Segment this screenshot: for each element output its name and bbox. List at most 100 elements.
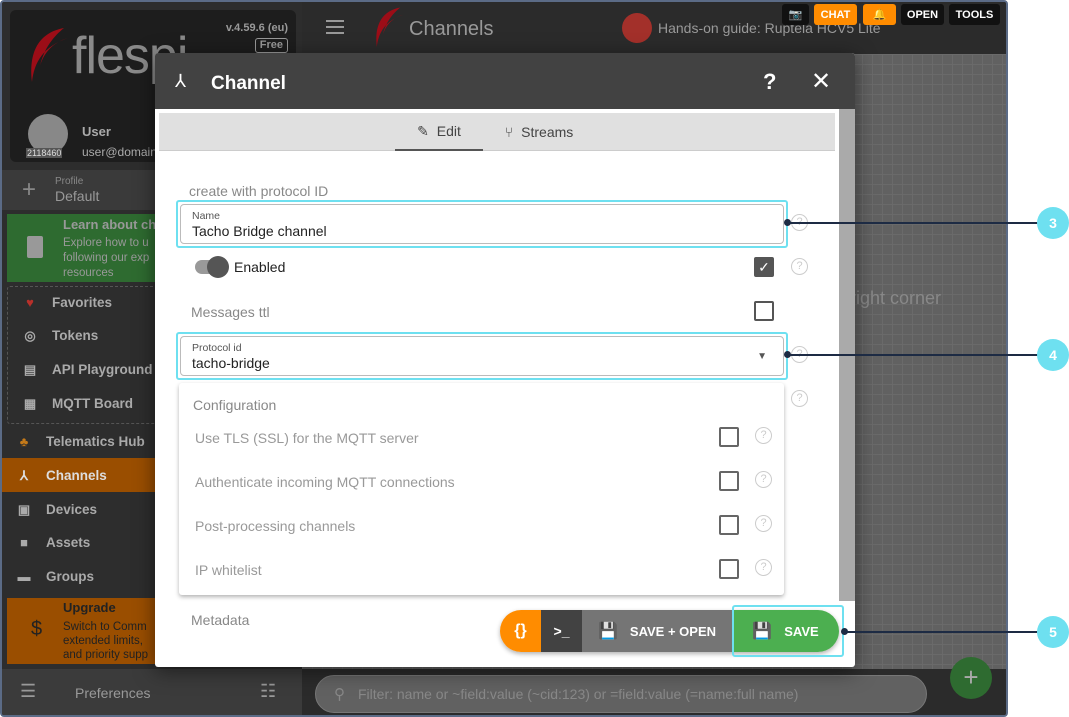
nav-label: Assets xyxy=(46,534,91,550)
tab-label: Edit xyxy=(436,123,461,139)
streams-icon: ⑂ xyxy=(504,124,514,140)
dialog-title: Channel xyxy=(211,73,286,94)
info-book-icon xyxy=(27,236,43,258)
megaphone-icon xyxy=(622,13,652,43)
callout-line xyxy=(787,354,1039,356)
hub-icon: ♣ xyxy=(19,434,29,449)
enabled-toggle[interactable] xyxy=(195,256,229,278)
dialog-tabs: ✎ Edit ⑂ Streams xyxy=(159,113,835,151)
bottom-bar: Filter: name or ~field:value (~cid:123) … xyxy=(302,657,1006,715)
learn-title: Learn about ch xyxy=(63,217,157,232)
callout-3: 3 xyxy=(1037,207,1069,239)
dialog-header: ⅄ Channel ? ✕ xyxy=(155,53,855,109)
camera-button[interactable]: 📷 xyxy=(782,4,809,25)
name-value: Tacho Bridge channel xyxy=(192,223,327,239)
chevron-down-icon: ▼ xyxy=(757,351,767,362)
preferences-bar[interactable]: ☰ Preferences ☷ xyxy=(2,669,302,715)
profile-value: Default xyxy=(55,188,100,204)
list-icon[interactable]: ☷ xyxy=(260,681,276,702)
search-icon: ⚲ xyxy=(334,686,345,703)
callout-5: 5 xyxy=(1037,616,1069,648)
protocol-select[interactable]: Protocol id tacho-bridge ▼ xyxy=(180,336,784,376)
messages-ttl-label: Messages ttl xyxy=(191,304,270,320)
help-icon[interactable]: ? xyxy=(755,427,772,444)
flespi-logo-icon xyxy=(31,28,68,82)
nav-label: Devices xyxy=(46,501,98,517)
config-postprocessing-checkbox[interactable] xyxy=(719,515,739,535)
filter-input[interactable]: Filter: name or ~field:value (~cid:123) … xyxy=(315,675,927,713)
help-icon[interactable]: ? xyxy=(755,559,772,576)
help-button[interactable]: ? xyxy=(763,69,776,95)
board-icon: ▦ xyxy=(23,396,37,411)
page-title: Channels xyxy=(409,18,494,40)
plus-icon: + xyxy=(22,176,37,203)
save-open-icon: 💾 xyxy=(597,623,618,640)
open-button[interactable]: OPEN xyxy=(901,4,944,25)
nav-label: Telematics Hub xyxy=(46,433,145,449)
nav-label: Favorites xyxy=(52,294,113,310)
callout-4: 4 xyxy=(1037,339,1069,371)
chat-button[interactable]: CHAT xyxy=(814,4,857,25)
nav-label: API Playground xyxy=(52,361,153,377)
terminal-button[interactable]: >_ xyxy=(541,610,582,652)
tab-label: Streams xyxy=(521,124,574,140)
nav-label: Channels xyxy=(46,467,107,483)
config-ip-whitelist-checkbox[interactable] xyxy=(719,559,739,579)
channel-icon: ⅄ xyxy=(175,71,186,91)
configuration-panel: Configuration Use TLS (SSL) for the MQTT… xyxy=(179,383,784,595)
tools-button[interactable]: TOOLS xyxy=(949,4,1000,25)
tab-edit[interactable]: ✎ Edit xyxy=(395,113,483,151)
flespi-logo-icon xyxy=(376,7,404,48)
protocol-label: Protocol id xyxy=(192,342,242,354)
nav-label: MQTT Board xyxy=(52,395,133,411)
config-tls-label: Use TLS (SSL) for the MQTT server xyxy=(195,430,419,446)
heart-icon: ♥ xyxy=(26,295,34,310)
tab-streams[interactable]: ⑂ Streams xyxy=(489,113,589,151)
plan-badge: Free xyxy=(254,38,288,53)
help-icon[interactable]: ? xyxy=(791,258,808,275)
preferences-label: Preferences xyxy=(75,685,151,701)
highlight-save xyxy=(732,605,844,657)
save-open-label: SAVE + OPEN xyxy=(629,623,716,639)
json-button[interactable]: {} xyxy=(500,610,541,652)
help-icon[interactable]: ? xyxy=(755,471,772,488)
bell-button[interactable]: 🔔 xyxy=(863,4,896,25)
configuration-title: Configuration xyxy=(193,397,277,413)
version: v.4.59.6 (eu) xyxy=(225,22,288,34)
user-name: User xyxy=(82,124,111,139)
save-open-button[interactable]: 💾 SAVE + OPEN xyxy=(582,610,732,652)
learn-desc: Explore how to u following our exp resou… xyxy=(63,237,150,279)
user-id: 2118460 xyxy=(26,148,63,158)
topbar: Channels Hands-on guide: Ruptela HCV5 Li… xyxy=(302,2,1006,54)
enabled-checkbox[interactable]: ✓ xyxy=(754,257,774,277)
help-icon[interactable]: ? xyxy=(791,390,808,407)
add-button[interactable]: + xyxy=(950,657,992,699)
callout-line xyxy=(787,222,1039,224)
nav-label: Tokens xyxy=(52,327,99,343)
close-button[interactable]: ✕ xyxy=(811,67,831,96)
config-tls-checkbox[interactable] xyxy=(719,427,739,447)
channel-dialog: ⅄ Channel ? ✕ ✎ Edit ⑂ Streams create with… xyxy=(155,53,855,667)
enabled-label: Enabled xyxy=(234,259,286,275)
empty-hint: right corner xyxy=(850,288,942,308)
messages-ttl-checkbox[interactable] xyxy=(754,301,774,321)
help-icon[interactable]: ? xyxy=(755,515,772,532)
pencil-icon: ✎ xyxy=(417,122,429,139)
user-email: user@domain xyxy=(82,145,157,159)
device-icon: ▣ xyxy=(17,502,31,517)
name-field[interactable]: Name Tacho Bridge channel xyxy=(180,204,784,244)
upgrade-desc: Switch to Comm extended limits, and prio… xyxy=(63,621,149,661)
book-icon: ▤ xyxy=(23,362,37,377)
metadata-label: Metadata xyxy=(191,612,250,628)
name-label: Name xyxy=(192,210,221,222)
upgrade-title: Upgrade xyxy=(63,600,116,615)
config-auth-checkbox[interactable] xyxy=(719,471,739,491)
sliders-icon: ☰ xyxy=(20,681,37,701)
config-ip-whitelist-label: IP whitelist xyxy=(195,562,262,578)
dollar-icon: $ xyxy=(31,618,43,640)
protocol-value: tacho-bridge xyxy=(192,355,270,371)
menu-icon[interactable] xyxy=(326,20,344,34)
create-with-label: create with protocol ID xyxy=(189,183,329,199)
profile-label: Profile xyxy=(55,176,84,187)
config-auth-label: Authenticate incoming MQTT connections xyxy=(195,474,455,490)
